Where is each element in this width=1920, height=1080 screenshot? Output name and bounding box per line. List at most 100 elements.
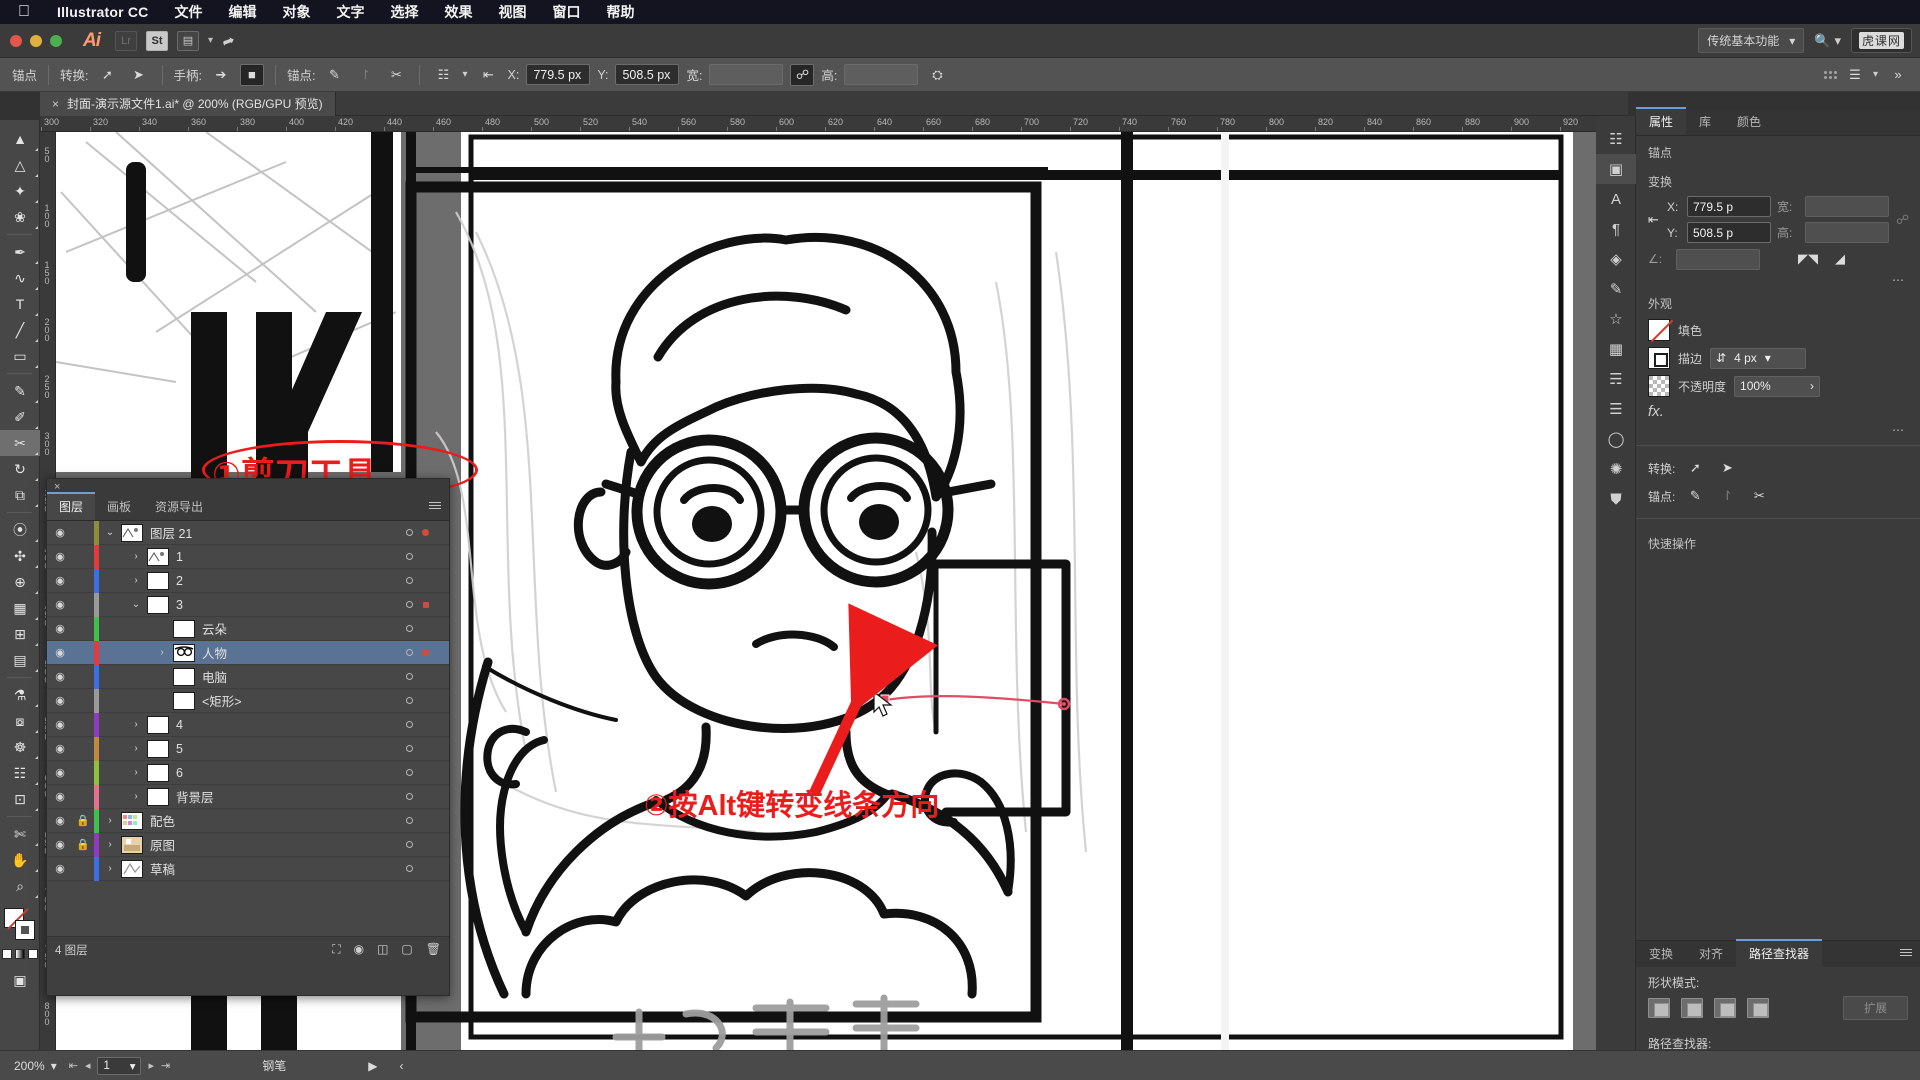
appearance-dock-icon[interactable]: ✺ [1596,454,1636,484]
chevron-down-icon[interactable]: ▾ [462,69,467,80]
layer-name[interactable]: 背景层 [176,787,214,806]
tab-artboards[interactable]: 画板 [95,494,143,520]
stroke-swatch[interactable] [1648,347,1670,369]
document-setup-icon[interactable]: ☰ [1843,64,1867,86]
target-indicator-icon[interactable] [406,673,413,680]
menu-item-effect[interactable]: 效果 [431,2,485,22]
disclosure-triangle-icon[interactable]: › [125,743,147,754]
x-input[interactable]: 779.5 p [1687,196,1771,217]
convert-to-smooth-icon[interactable]: ➤ [127,64,151,86]
tab-asset-export[interactable]: 资源导出 [143,494,215,520]
menu-item-edit[interactable]: 编辑 [215,2,269,22]
flip-vertical-icon[interactable]: ◢ [1828,248,1852,270]
column-graph-tool[interactable]: ☷ [0,760,40,786]
unite-icon[interactable] [1648,998,1670,1018]
eye-icon[interactable]: ◉ [47,574,73,587]
direct-selection-tool[interactable]: △ [0,152,40,178]
transform-icon[interactable]: ⇤ [477,64,501,86]
layer-row[interactable]: ◉ <矩形> [47,688,449,713]
type-tool[interactable]: T [0,291,40,317]
graphic-styles-dock-icon[interactable]: ⛊ [1596,484,1636,514]
lock-icon[interactable]: 🔒 [73,838,93,851]
target-indicator-icon[interactable] [406,841,413,848]
image-trace-dock-icon[interactable]: ▦ [1596,334,1636,364]
eye-icon[interactable]: ◉ [47,862,73,875]
panel-menu-icon[interactable] [429,502,441,509]
next-artboard-icon[interactable]: ▸ [148,1059,154,1072]
eye-icon[interactable]: ◉ [47,622,73,635]
link-dimensions-icon[interactable]: ☍ [1895,209,1910,231]
flip-horizontal-icon[interactable]: ◤◥ [1796,248,1820,270]
symbols-dock-icon[interactable]: ☆ [1596,304,1636,334]
x-input[interactable]: 779.5 px [526,64,591,85]
symbol-sprayer-tool[interactable]: ☸ [0,734,40,760]
brushes-dock-icon[interactable]: ✎ [1596,274,1636,304]
prev-artboard-icon[interactable]: ◂ [85,1059,91,1072]
eye-icon[interactable]: ◉ [47,718,73,731]
hand-tool[interactable]: ✋ [0,847,40,873]
target-indicator-icon[interactable] [406,721,413,728]
mesh-tool[interactable]: ⊞ [0,621,40,647]
eye-icon[interactable]: ◉ [47,766,73,779]
stroke-width-input[interactable]: ⇵ 4 px ▾ [1710,347,1807,369]
disclosure-triangle-icon[interactable]: › [151,647,173,658]
panel-menu-icon[interactable] [1900,949,1912,956]
layer-row[interactable]: ◉ › 5 [47,736,449,761]
tab-transform[interactable]: 变换 [1636,941,1686,967]
reference-point-icon[interactable]: ⇤ [1646,209,1661,231]
transform-each-icon[interactable]: ⛭ [925,64,949,86]
magic-wand-tool[interactable]: ✦ [0,178,40,204]
status-play-icon[interactable]: ▶ [368,1059,377,1073]
apple-menu-icon[interactable]:  [14,4,44,20]
create-new-layer-icon[interactable]: ▢ [401,942,412,957]
layer-name[interactable]: 6 [176,766,183,780]
target-indicator-icon[interactable] [406,865,413,872]
layer-name[interactable]: <矩形> [202,691,242,710]
layer-name[interactable]: 草稿 [150,859,175,878]
blend-tool[interactable]: ⧇ [0,708,40,734]
chevron-down-icon[interactable]: ▾ [208,35,213,46]
disclosure-triangle-icon[interactable]: › [99,863,121,874]
layer-row[interactable]: ◉ › 6 [47,760,449,785]
artboard-navigation[interactable]: ⇤ ◂ 1 ▾ ▸ ⇥ [69,1056,170,1075]
convert-to-corner-icon[interactable]: ➚ [1683,457,1707,479]
hide-handles-icon[interactable]: ■ [239,63,264,86]
eye-icon[interactable]: ◉ [47,598,73,611]
grip-dots-icon[interactable] [1823,70,1837,79]
disclosure-triangle-icon[interactable]: ⌄ [125,599,147,610]
line-segment-tool[interactable]: ╱ [0,317,40,343]
selection-tool[interactable]: ▲ [0,126,40,152]
layer-row[interactable]: ◉ › 1 [47,544,449,569]
show-handles-icon[interactable]: ➔ [209,64,233,86]
perspective-grid-tool[interactable]: ▦ [0,595,40,621]
delete-layer-icon[interactable]: 🗑 [426,942,441,957]
fx-icon[interactable]: fx. [1648,403,1664,420]
disclosure-triangle-icon[interactable]: › [125,551,147,562]
expand-button[interactable]: 扩展 [1843,996,1908,1020]
connect-paths-icon[interactable]: ↾ [1715,485,1739,507]
layer-row[interactable]: ◉ › 背景层 [47,784,449,809]
tab-align[interactable]: 对齐 [1686,941,1736,967]
layer-row[interactable]: ◉ › 2 [47,568,449,593]
remove-anchor-icon[interactable]: ✎ [322,64,346,86]
eye-icon[interactable]: ◉ [47,670,73,683]
target-indicator-icon[interactable] [406,817,413,824]
align-to-icon[interactable]: ☷ [431,64,455,86]
menu-item-object[interactable]: 对象 [269,2,323,22]
character-dock-icon[interactable]: A [1596,184,1636,214]
target-indicator-icon[interactable] [406,577,413,584]
screen-mode-icon[interactable]: ▣ [0,967,40,993]
bridge-button[interactable]: Lr [115,30,137,51]
rectangle-tool[interactable]: ▭ [0,343,40,369]
first-artboard-icon[interactable]: ⇤ [69,1059,78,1072]
eye-icon[interactable]: ◉ [47,742,73,755]
eye-icon[interactable]: ◉ [47,838,73,851]
close-icon[interactable]: × [52,97,59,111]
width-input[interactable] [709,64,784,85]
panel-overflow-icon[interactable]: » [1886,64,1910,86]
layer-name[interactable]: 2 [176,574,183,588]
stroke-dock-icon[interactable]: ☰ [1596,394,1636,424]
zoom-tool[interactable]: ⌕ [0,873,40,899]
tab-pathfinder[interactable]: 路径查找器 [1736,939,1823,967]
minimize-window-button[interactable] [30,34,42,47]
